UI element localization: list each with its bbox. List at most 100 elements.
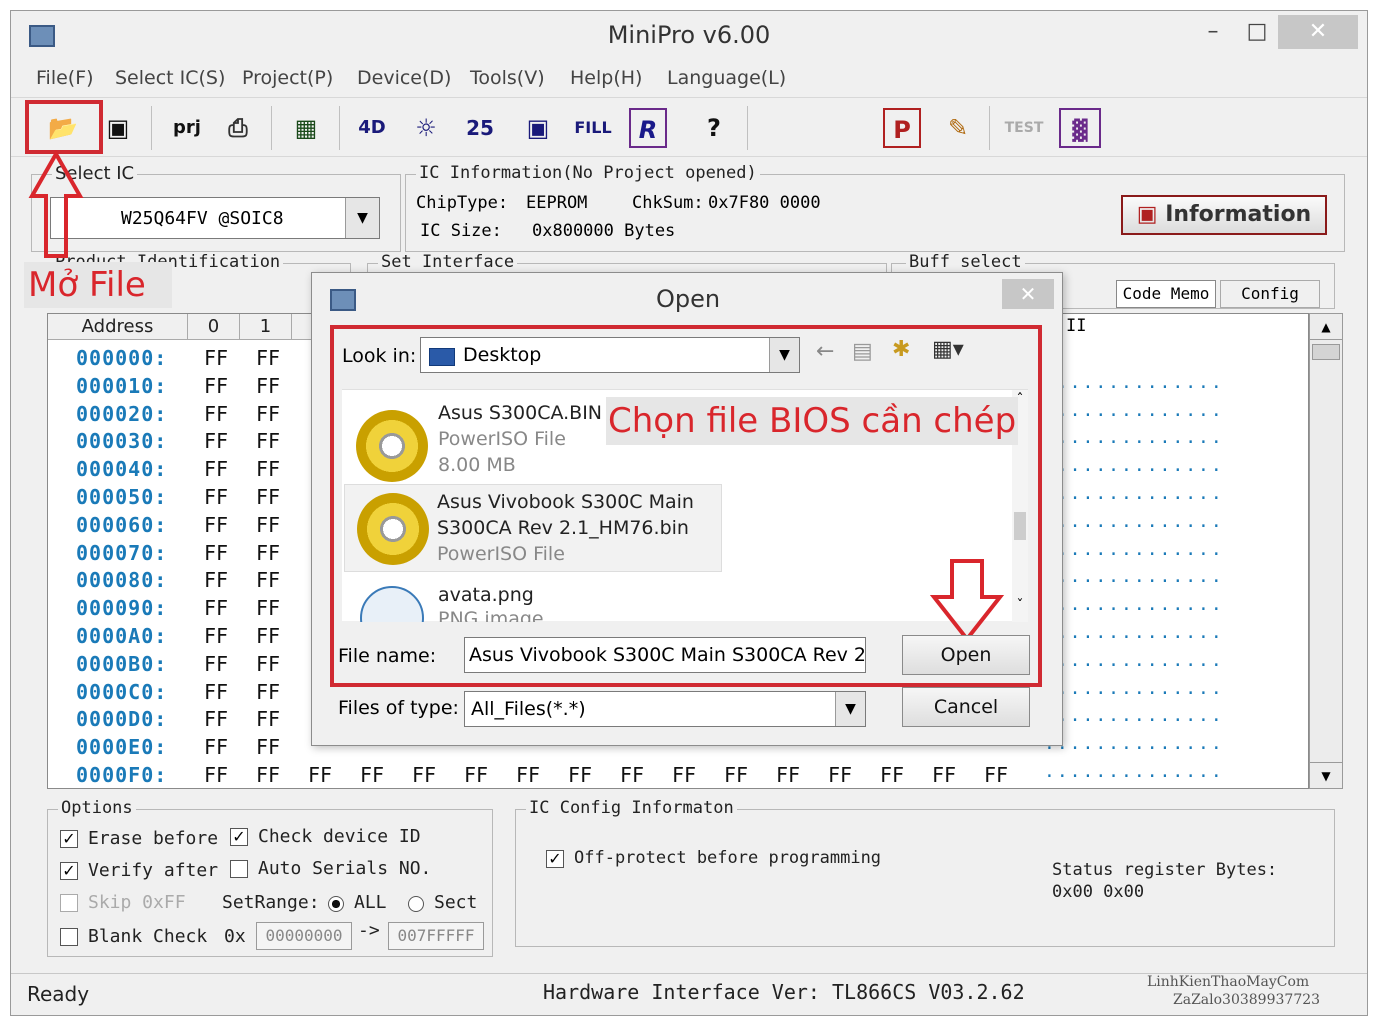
hex-byte[interactable]: FF bbox=[724, 763, 748, 787]
hex-byte[interactable]: FF bbox=[256, 763, 280, 787]
hex-byte[interactable]: FF bbox=[204, 541, 228, 565]
open-file-annotation: Mở File bbox=[24, 262, 172, 308]
test-icon[interactable]: TEST bbox=[1001, 108, 1047, 148]
hex-byte[interactable]: FF bbox=[256, 429, 280, 453]
hex-byte[interactable]: FF bbox=[620, 763, 644, 787]
register-icon[interactable]: R bbox=[629, 108, 667, 148]
toolbar-separator bbox=[989, 106, 990, 150]
hex-byte[interactable]: FF bbox=[256, 652, 280, 676]
tab-config[interactable]: Config bbox=[1220, 280, 1320, 308]
dialog-close-button[interactable]: ✕ bbox=[1002, 279, 1054, 309]
hex-byte[interactable]: FF bbox=[204, 513, 228, 537]
hex-byte[interactable]: FF bbox=[204, 346, 228, 370]
hex-row[interactable]: 0000F0: FF FF FF FF FF FF FF FF FF FF FF FF FF FF FF FF.… bbox=[48, 761, 1308, 789]
project-icon[interactable]: prj bbox=[163, 108, 211, 148]
chip-icon[interactable]: ▓ bbox=[1059, 108, 1101, 148]
scroll-down-icon[interactable]: ▼ bbox=[1310, 762, 1342, 788]
hex-byte[interactable]: FF bbox=[204, 707, 228, 731]
hex-byte[interactable]: FF bbox=[984, 763, 1008, 787]
menu-project[interactable]: Project(P) bbox=[242, 67, 333, 89]
menu-select-ic[interactable]: Select IC(S) bbox=[115, 67, 225, 89]
hex-byte[interactable]: FF bbox=[204, 568, 228, 592]
hex-byte[interactable]: FF bbox=[204, 457, 228, 481]
range-from-input[interactable]: 00000000 bbox=[256, 922, 352, 950]
skip-ff-checkbox[interactable] bbox=[60, 894, 78, 912]
close-button[interactable]: ✕ bbox=[1278, 15, 1358, 49]
hex-byte[interactable]: FF bbox=[204, 596, 228, 620]
off-protect-checkbox[interactable]: ✓ bbox=[546, 850, 564, 868]
save-icon[interactable]: ▣ bbox=[99, 108, 137, 148]
hex-byte[interactable]: FF bbox=[880, 763, 904, 787]
scroll-up-icon[interactable]: ▲ bbox=[1310, 314, 1342, 340]
hex-byte[interactable]: FF bbox=[256, 457, 280, 481]
verify-icon[interactable]: 25 bbox=[461, 108, 499, 148]
hex-byte[interactable]: FF bbox=[204, 485, 228, 509]
hex-byte[interactable]: FF bbox=[204, 652, 228, 676]
fill-icon[interactable]: FILL bbox=[571, 108, 615, 148]
hex-byte[interactable]: FF bbox=[256, 568, 280, 592]
hex-byte[interactable]: FF bbox=[308, 763, 332, 787]
hex-byte[interactable]: FF bbox=[256, 402, 280, 426]
hex-byte[interactable]: FF bbox=[256, 513, 280, 537]
range-all-radio[interactable] bbox=[328, 896, 344, 912]
hex-byte[interactable]: FF bbox=[256, 680, 280, 704]
hex-byte[interactable]: FF bbox=[776, 763, 800, 787]
program-icon[interactable]: P bbox=[883, 108, 921, 148]
hex-byte[interactable]: FF bbox=[204, 429, 228, 453]
hex-byte[interactable]: FF bbox=[204, 680, 228, 704]
read-id-icon[interactable]: 4D bbox=[353, 108, 391, 148]
hex-byte[interactable]: FF bbox=[256, 485, 280, 509]
verify-after-checkbox[interactable]: ✓ bbox=[60, 862, 78, 880]
hex-byte[interactable]: FF bbox=[256, 735, 280, 759]
information-button[interactable]: ▣ Information bbox=[1121, 195, 1327, 235]
hex-byte[interactable]: FF bbox=[568, 763, 592, 787]
edit-icon[interactable]: ✎ bbox=[939, 108, 977, 148]
hex-byte[interactable]: FF bbox=[204, 374, 228, 398]
menu-device[interactable]: Device(D) bbox=[357, 67, 451, 89]
menu-file[interactable]: File(F) bbox=[36, 67, 94, 89]
hex-byte[interactable]: FF bbox=[828, 763, 852, 787]
hex-byte[interactable]: FF bbox=[516, 763, 540, 787]
scroll-thumb[interactable] bbox=[1312, 344, 1340, 360]
range-sect-radio[interactable] bbox=[408, 896, 424, 912]
print-icon[interactable]: ⎙ bbox=[219, 108, 257, 148]
hex-byte[interactable]: FF bbox=[932, 763, 956, 787]
hex-byte[interactable]: FF bbox=[204, 402, 228, 426]
range-to-input[interactable]: 007FFFFF bbox=[388, 922, 484, 950]
hex-byte[interactable]: FF bbox=[412, 763, 436, 787]
cancel-button[interactable]: Cancel bbox=[902, 687, 1030, 727]
chevron-down-icon[interactable]: ▼ bbox=[835, 692, 865, 726]
hex-byte[interactable]: FF bbox=[256, 596, 280, 620]
hex-byte[interactable]: FF bbox=[204, 624, 228, 648]
maximize-button[interactable]: □ bbox=[1237, 15, 1277, 49]
chevron-down-icon[interactable]: ▼ bbox=[345, 198, 379, 238]
menu-language[interactable]: Language(L) bbox=[667, 67, 786, 89]
hex-byte[interactable]: FF bbox=[256, 374, 280, 398]
hex-byte[interactable]: FF bbox=[672, 763, 696, 787]
device-icon[interactable]: ▦ bbox=[287, 108, 325, 148]
menu-help[interactable]: Help(H) bbox=[570, 67, 642, 89]
hex-byte[interactable]: FF bbox=[256, 624, 280, 648]
minimize-button[interactable]: – bbox=[1193, 15, 1233, 49]
ic-select[interactable]: W25Q64FV @SOIC8 ▼ bbox=[50, 197, 380, 239]
hex-byte[interactable]: FF bbox=[204, 763, 228, 787]
hex-byte[interactable]: FF bbox=[204, 735, 228, 759]
erase-before-checkbox[interactable]: ✓ bbox=[60, 830, 78, 848]
hex-byte[interactable]: FF bbox=[256, 346, 280, 370]
hex-byte[interactable]: FF bbox=[360, 763, 384, 787]
hex-byte[interactable]: FF bbox=[256, 707, 280, 731]
open-file-dialog: Open ✕ Look in: Desktop ▼ ← ▤ ✱ ▦▾ Asus … bbox=[311, 272, 1063, 746]
check-device-id-checkbox[interactable]: ✓ bbox=[230, 828, 248, 846]
menu-tools[interactable]: Tools(V) bbox=[470, 67, 545, 89]
read-icon[interactable]: ☼ bbox=[407, 108, 445, 148]
auto-serials-checkbox[interactable] bbox=[230, 860, 248, 878]
tab-code-memo[interactable]: Code Memo bbox=[1116, 280, 1216, 308]
hex-byte[interactable]: FF bbox=[256, 541, 280, 565]
open-folder-icon[interactable]: 📂 bbox=[44, 108, 82, 148]
blank-check-icon[interactable]: ▣ bbox=[519, 108, 557, 148]
files-of-type-select[interactable]: All_Files(*.*) ▼ bbox=[464, 691, 866, 727]
vertical-scrollbar[interactable]: ▲ ▼ bbox=[1309, 313, 1343, 789]
hex-byte[interactable]: FF bbox=[464, 763, 488, 787]
help-icon[interactable]: ? bbox=[695, 108, 733, 148]
blank-check-checkbox[interactable] bbox=[60, 928, 78, 946]
